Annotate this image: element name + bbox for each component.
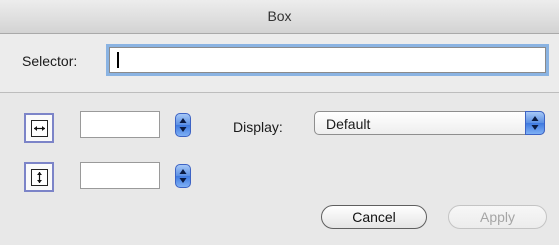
- window-titlebar[interactable]: Box: [0, 0, 559, 34]
- height-stepper[interactable]: [175, 164, 191, 188]
- display-select[interactable]: Default: [314, 111, 545, 135]
- width-stepper[interactable]: [175, 113, 191, 137]
- width-field[interactable]: [80, 111, 160, 138]
- cancel-button[interactable]: Cancel: [321, 205, 427, 229]
- apply-button[interactable]: Apply: [448, 205, 547, 229]
- display-label: Display:: [233, 119, 283, 135]
- selector-row: Selector:: [0, 34, 559, 93]
- text-cursor: [117, 52, 119, 68]
- window-title: Box: [267, 8, 292, 24]
- chevron-updown-icon: [525, 111, 545, 135]
- height-field[interactable]: [80, 162, 160, 189]
- display-selected-value: Default: [326, 116, 371, 132]
- horizontal-resize-icon: [24, 113, 54, 143]
- vertical-resize-icon: [24, 162, 54, 192]
- box-dialog: Box Selector: Display: Default Cancel Ap…: [0, 0, 559, 245]
- selector-label: Selector:: [22, 53, 78, 69]
- selector-input[interactable]: [109, 47, 546, 73]
